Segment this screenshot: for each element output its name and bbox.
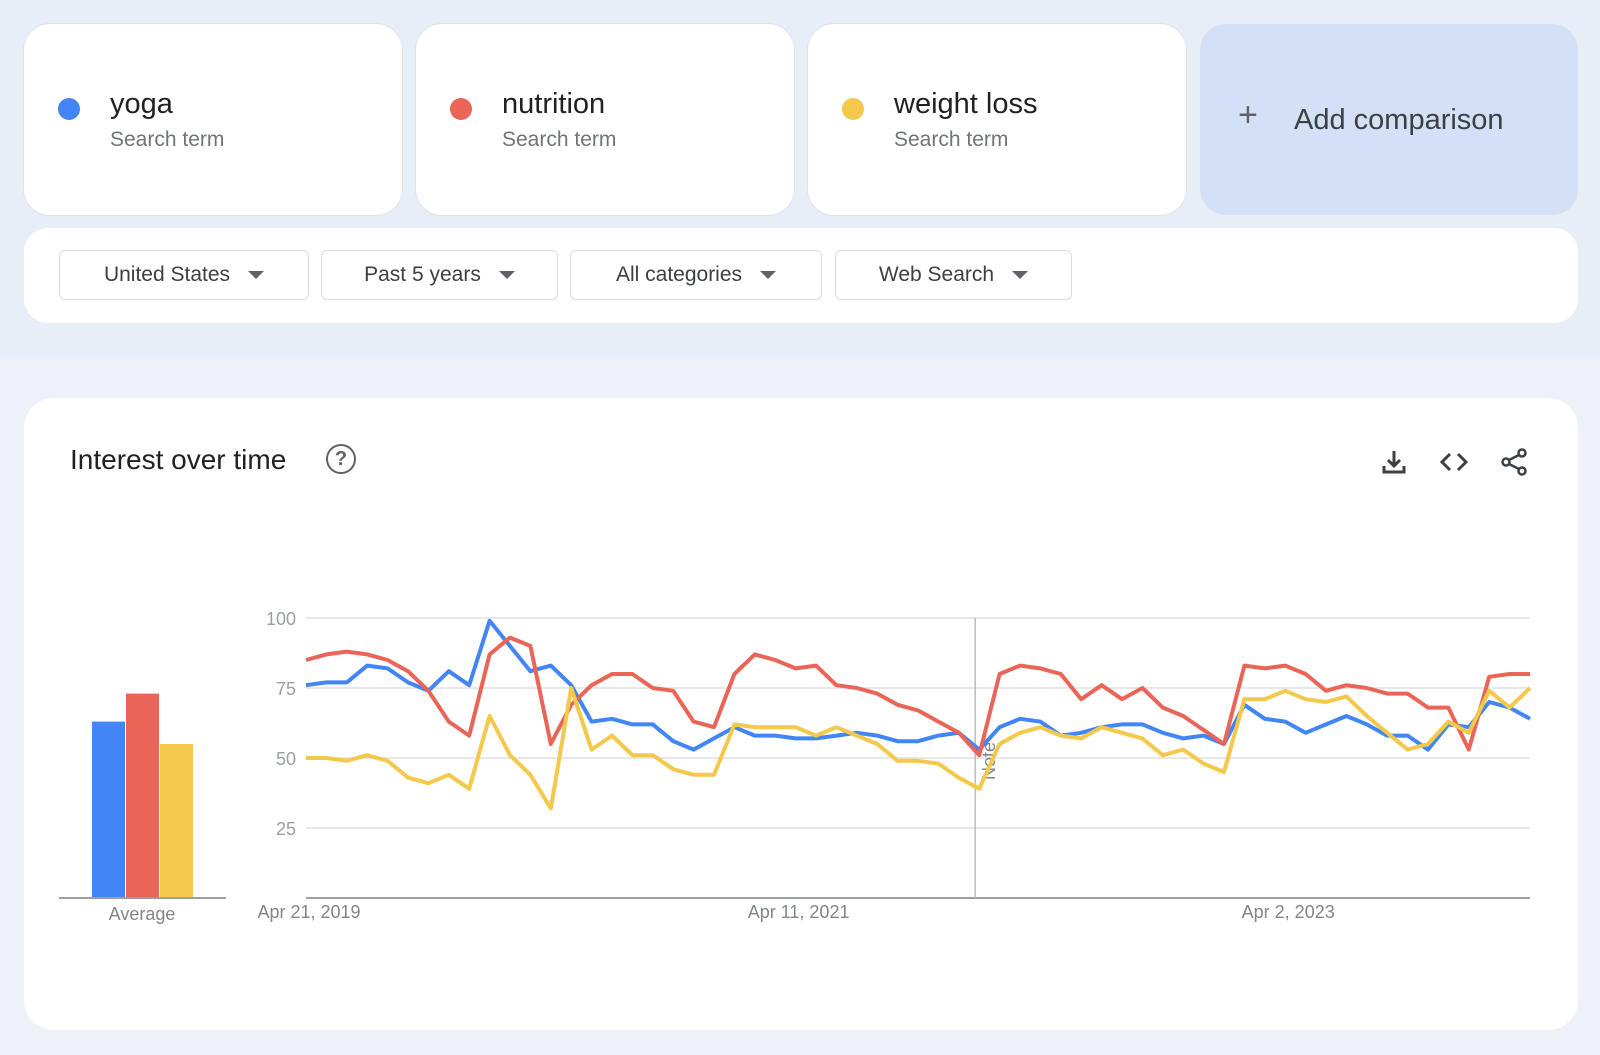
term-type: Search term [894, 128, 1009, 151]
term-type: Search term [110, 128, 225, 151]
download-icon[interactable] [1378, 446, 1410, 478]
help-icon[interactable]: ? [326, 444, 356, 474]
caret-down-icon [498, 271, 515, 279]
interest-over-time-panel: Interest over time ? [24, 398, 1578, 1030]
color-dot-icon [842, 98, 864, 120]
dropdown-label: Web Search [878, 263, 995, 286]
plus-icon: + [1238, 96, 1258, 134]
term-card-weight-loss[interactable]: weight loss Search term [808, 24, 1186, 215]
share-icon[interactable] [1498, 446, 1530, 478]
caret-down-icon [248, 271, 265, 279]
category-dropdown[interactable]: All categories [570, 250, 822, 300]
term-card-yoga[interactable]: yoga Search term [24, 24, 402, 215]
term-label: yoga [110, 88, 173, 120]
panel-title: Interest over time [70, 444, 287, 475]
dropdown-label: Past 5 years [364, 263, 481, 286]
term-label: nutrition [502, 88, 606, 120]
time-range-dropdown[interactable]: Past 5 years [321, 250, 558, 300]
embed-code-icon[interactable] [1438, 446, 1470, 478]
region-dropdown[interactable]: United States [59, 250, 309, 300]
filter-bar: United States Past 5 years All categorie… [24, 228, 1578, 323]
search-type-dropdown[interactable]: Web Search [835, 250, 1072, 300]
caret-down-icon [1012, 271, 1029, 279]
add-comparison-label: Add comparison [1294, 104, 1504, 136]
caret-down-icon [760, 271, 777, 279]
term-label: weight loss [894, 88, 1038, 120]
color-dot-icon [450, 98, 472, 120]
term-card-nutrition[interactable]: nutrition Search term [416, 24, 794, 215]
add-comparison-button[interactable]: + Add comparison [1200, 24, 1578, 215]
color-dot-icon [58, 98, 80, 120]
dropdown-label: United States [103, 263, 231, 286]
term-type: Search term [502, 128, 617, 151]
dropdown-label: All categories [615, 263, 743, 286]
